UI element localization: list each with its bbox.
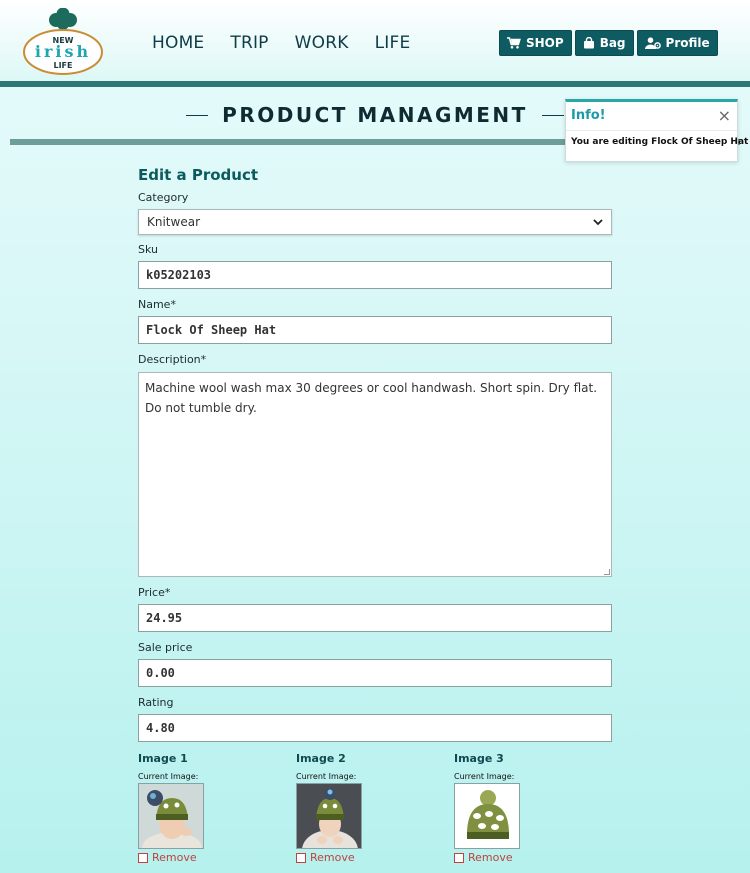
image-title: Image 1 xyxy=(138,752,188,765)
info-toast: Info! × You are editing Flock Of Sheep H… xyxy=(565,99,748,162)
name-label: Name* xyxy=(138,298,176,311)
form-heading: Edit a Product xyxy=(138,166,259,184)
edit-product-form: Edit a Product xyxy=(138,166,612,184)
remove-label[interactable]: Remove xyxy=(152,851,197,864)
image-slot-1: Image 1 Current Image: Remove xyxy=(138,752,288,864)
description-label: Description* xyxy=(138,353,207,366)
nav-trip[interactable]: TRIP xyxy=(230,33,268,53)
close-icon[interactable]: × xyxy=(718,108,731,124)
description-textarea[interactable]: Machine wool wash max 30 degrees or cool… xyxy=(138,372,612,577)
image-slot-2: Image 2 Current Image: Remove xyxy=(296,752,446,864)
rating-input[interactable]: 4.80 xyxy=(138,714,612,742)
profile-button-label: Profile xyxy=(665,36,710,50)
category-label: Category xyxy=(138,191,189,204)
remove-checkbox[interactable] xyxy=(296,852,306,863)
brand-logo[interactable]: NEW irish LIFE xyxy=(22,7,104,76)
bag-button[interactable]: Bag xyxy=(574,30,634,56)
price-input[interactable]: 24.95 xyxy=(138,604,612,632)
remove-label[interactable]: Remove xyxy=(310,851,355,864)
svg-text:LIFE: LIFE xyxy=(53,61,72,70)
sku-input[interactable]: k05202103 xyxy=(138,261,612,289)
toast-message: You are editing Flock Of Sheep Hat xyxy=(571,137,749,147)
rating-label: Rating xyxy=(138,696,174,709)
image-slot-3: Image 3 Current Image: Remove xyxy=(454,752,604,864)
product-image-thumbnail[interactable] xyxy=(296,783,362,849)
image-title: Image 3 xyxy=(454,752,504,765)
page-title: PRODUCT MANAGMENT xyxy=(222,103,528,127)
remove-label[interactable]: Remove xyxy=(468,851,513,864)
remove-row: Remove xyxy=(138,851,288,864)
remove-checkbox[interactable] xyxy=(138,852,148,863)
category-select[interactable]: Knitwear xyxy=(138,209,612,235)
resize-handle[interactable] xyxy=(604,569,610,575)
bag-icon xyxy=(583,37,594,49)
sale-price-input[interactable]: 0.00 xyxy=(138,659,612,687)
remove-checkbox[interactable] xyxy=(454,852,464,863)
category-value: Knitwear xyxy=(147,215,200,229)
cart-icon xyxy=(507,37,521,49)
bag-button-label: Bag xyxy=(599,36,626,50)
shop-button-label: SHOP xyxy=(526,36,564,50)
chevron-down-icon xyxy=(593,218,603,225)
price-label: Price* xyxy=(138,586,171,599)
main-nav: HOME TRIP WORK LIFE xyxy=(152,33,436,53)
sale-price-label: Sale price xyxy=(138,641,193,654)
description-value: Machine wool wash max 30 degrees or cool… xyxy=(145,381,598,415)
toast-title: Info! xyxy=(571,108,606,123)
nav-home[interactable]: HOME xyxy=(152,33,204,53)
remove-row: Remove xyxy=(454,851,604,864)
sku-label: Sku xyxy=(138,243,158,256)
toast-divider xyxy=(566,130,737,131)
remove-row: Remove xyxy=(296,851,446,864)
nav-life[interactable]: LIFE xyxy=(375,33,411,53)
title-rule-left xyxy=(186,114,209,116)
name-input[interactable]: Flock Of Sheep Hat xyxy=(138,316,612,344)
svg-text:irish: irish xyxy=(35,42,91,61)
current-image-label: Current Image: xyxy=(138,772,199,781)
user-gear-icon xyxy=(644,37,661,49)
profile-button[interactable]: Profile xyxy=(636,30,718,56)
header-actions: SHOP Bag Profile xyxy=(499,30,718,56)
product-image-thumbnail[interactable] xyxy=(454,783,520,849)
product-image-thumbnail[interactable] xyxy=(138,783,204,849)
header-divider xyxy=(0,81,750,87)
nav-work[interactable]: WORK xyxy=(295,33,349,53)
current-image-label: Current Image: xyxy=(454,772,515,781)
image-title: Image 2 xyxy=(296,752,346,765)
current-image-label: Current Image: xyxy=(296,772,357,781)
shop-button[interactable]: SHOP xyxy=(499,30,572,56)
title-rule-right xyxy=(541,114,564,116)
